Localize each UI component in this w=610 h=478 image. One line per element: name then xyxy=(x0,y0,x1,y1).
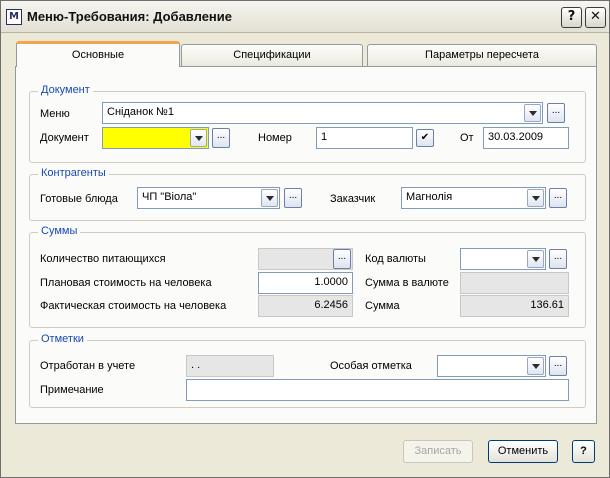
close-button[interactable]: ✕ xyxy=(585,7,606,28)
document-label: Документ xyxy=(40,132,89,144)
contractors-legend: Контрагенты xyxy=(38,167,109,179)
plan-cost-label: Плановая стоимость на человека xyxy=(40,277,212,289)
cancel-button[interactable]: Отменить xyxy=(488,440,558,463)
contractors-group: Контрагенты Готовые блюда ЧП "Віола" ...… xyxy=(29,167,586,221)
sum-field: 136.61 xyxy=(460,295,569,317)
app-icon: M xyxy=(6,9,22,25)
customer-select[interactable]: Магнолія xyxy=(401,187,546,209)
number-value: 1 xyxy=(321,131,328,143)
menu-label: Меню xyxy=(40,108,70,120)
eaters-browse-button[interactable]: ... xyxy=(333,249,351,269)
special-mark-browse-button[interactable]: ... xyxy=(549,356,567,376)
dishes-browse-button[interactable]: ... xyxy=(284,188,302,208)
from-label: От xyxy=(460,132,474,144)
help-title-button[interactable]: ? xyxy=(561,7,582,28)
from-date-value: 30.03.2009 xyxy=(488,131,544,143)
plan-cost-input[interactable]: 1.0000 xyxy=(258,272,353,294)
dishes-value: ЧП "Віола" xyxy=(142,191,197,203)
help-button[interactable]: ? xyxy=(572,440,595,463)
number-check-button[interactable]: ✔ xyxy=(416,129,434,147)
currency-sum-label: Сумма в валюте xyxy=(365,277,449,289)
marks-legend: Отметки xyxy=(38,333,87,345)
marks-group: Отметки Отработан в учете . . Особая отм… xyxy=(29,333,586,408)
chevron-down-icon[interactable] xyxy=(527,189,544,207)
note-input[interactable] xyxy=(186,379,569,401)
fact-cost-field: 6.2456 xyxy=(258,295,353,317)
document-browse-button[interactable]: ... xyxy=(212,128,230,148)
currency-label: Код валюты xyxy=(365,253,426,265)
number-label: Номер xyxy=(258,132,292,144)
tab-specifications[interactable]: Спецификации xyxy=(181,44,363,66)
sum-value: 136.61 xyxy=(530,299,564,311)
accounted-value: . . xyxy=(191,359,201,371)
currency-sum-field xyxy=(460,272,569,294)
tab-main[interactable]: Основные xyxy=(16,41,180,67)
number-input[interactable]: 1 xyxy=(316,127,413,149)
chevron-down-icon[interactable] xyxy=(527,250,544,268)
title-bar: M Меню-Требования: Добавление ? ✕ xyxy=(1,1,609,33)
tab-panel-main: Документ Меню Сніданок №1 ... Документ .… xyxy=(15,66,597,424)
sum-label: Сумма xyxy=(365,300,400,312)
fact-cost-value: 6.2456 xyxy=(314,299,348,311)
currency-browse-button[interactable]: ... xyxy=(549,249,567,269)
dialog-window: M Меню-Требования: Добавление ? ✕ Основн… xyxy=(0,0,610,478)
note-label: Примечание xyxy=(40,384,104,396)
menu-browse-button[interactable]: ... xyxy=(547,103,565,123)
sums-legend: Суммы xyxy=(38,225,81,237)
special-mark-label: Особая отметка xyxy=(330,360,412,372)
customer-value: Магнолія xyxy=(406,191,453,203)
menu-value: Сніданок №1 xyxy=(107,106,174,118)
currency-select[interactable] xyxy=(460,248,546,270)
chevron-down-icon[interactable] xyxy=(261,189,278,207)
save-button[interactable]: Записать xyxy=(403,440,473,463)
accounted-field: . . xyxy=(186,355,274,377)
chevron-down-icon[interactable] xyxy=(527,357,544,375)
from-date-input[interactable]: 30.03.2009 xyxy=(483,127,569,149)
dishes-label: Готовые блюда xyxy=(40,193,118,205)
eaters-label: Количество питающихся xyxy=(40,253,166,265)
menu-select[interactable]: Сніданок №1 xyxy=(102,102,543,124)
window-title: Меню-Требования: Добавление xyxy=(27,9,233,24)
document-legend: Документ xyxy=(38,84,93,96)
customer-browse-button[interactable]: ... xyxy=(549,188,567,208)
special-mark-select[interactable] xyxy=(437,355,546,377)
chevron-down-icon[interactable] xyxy=(190,129,207,147)
sums-group: Суммы Количество питающихся 10 ... Плано… xyxy=(29,225,586,328)
customer-label: Заказчик xyxy=(330,193,376,205)
chevron-down-icon[interactable] xyxy=(524,104,541,122)
tab-recalc-params[interactable]: Параметры пересчета xyxy=(367,44,597,66)
document-group: Документ Меню Сніданок №1 ... Документ .… xyxy=(29,84,586,163)
dishes-select[interactable]: ЧП "Віола" xyxy=(137,187,280,209)
tab-strip: Основные Спецификации Параметры пересчет… xyxy=(15,41,597,67)
plan-cost-value: 1.0000 xyxy=(314,276,348,288)
fact-cost-label: Фактическая стоимость на человека xyxy=(40,300,227,312)
document-select[interactable] xyxy=(102,127,209,149)
accounted-label: Отработан в учете xyxy=(40,360,136,372)
